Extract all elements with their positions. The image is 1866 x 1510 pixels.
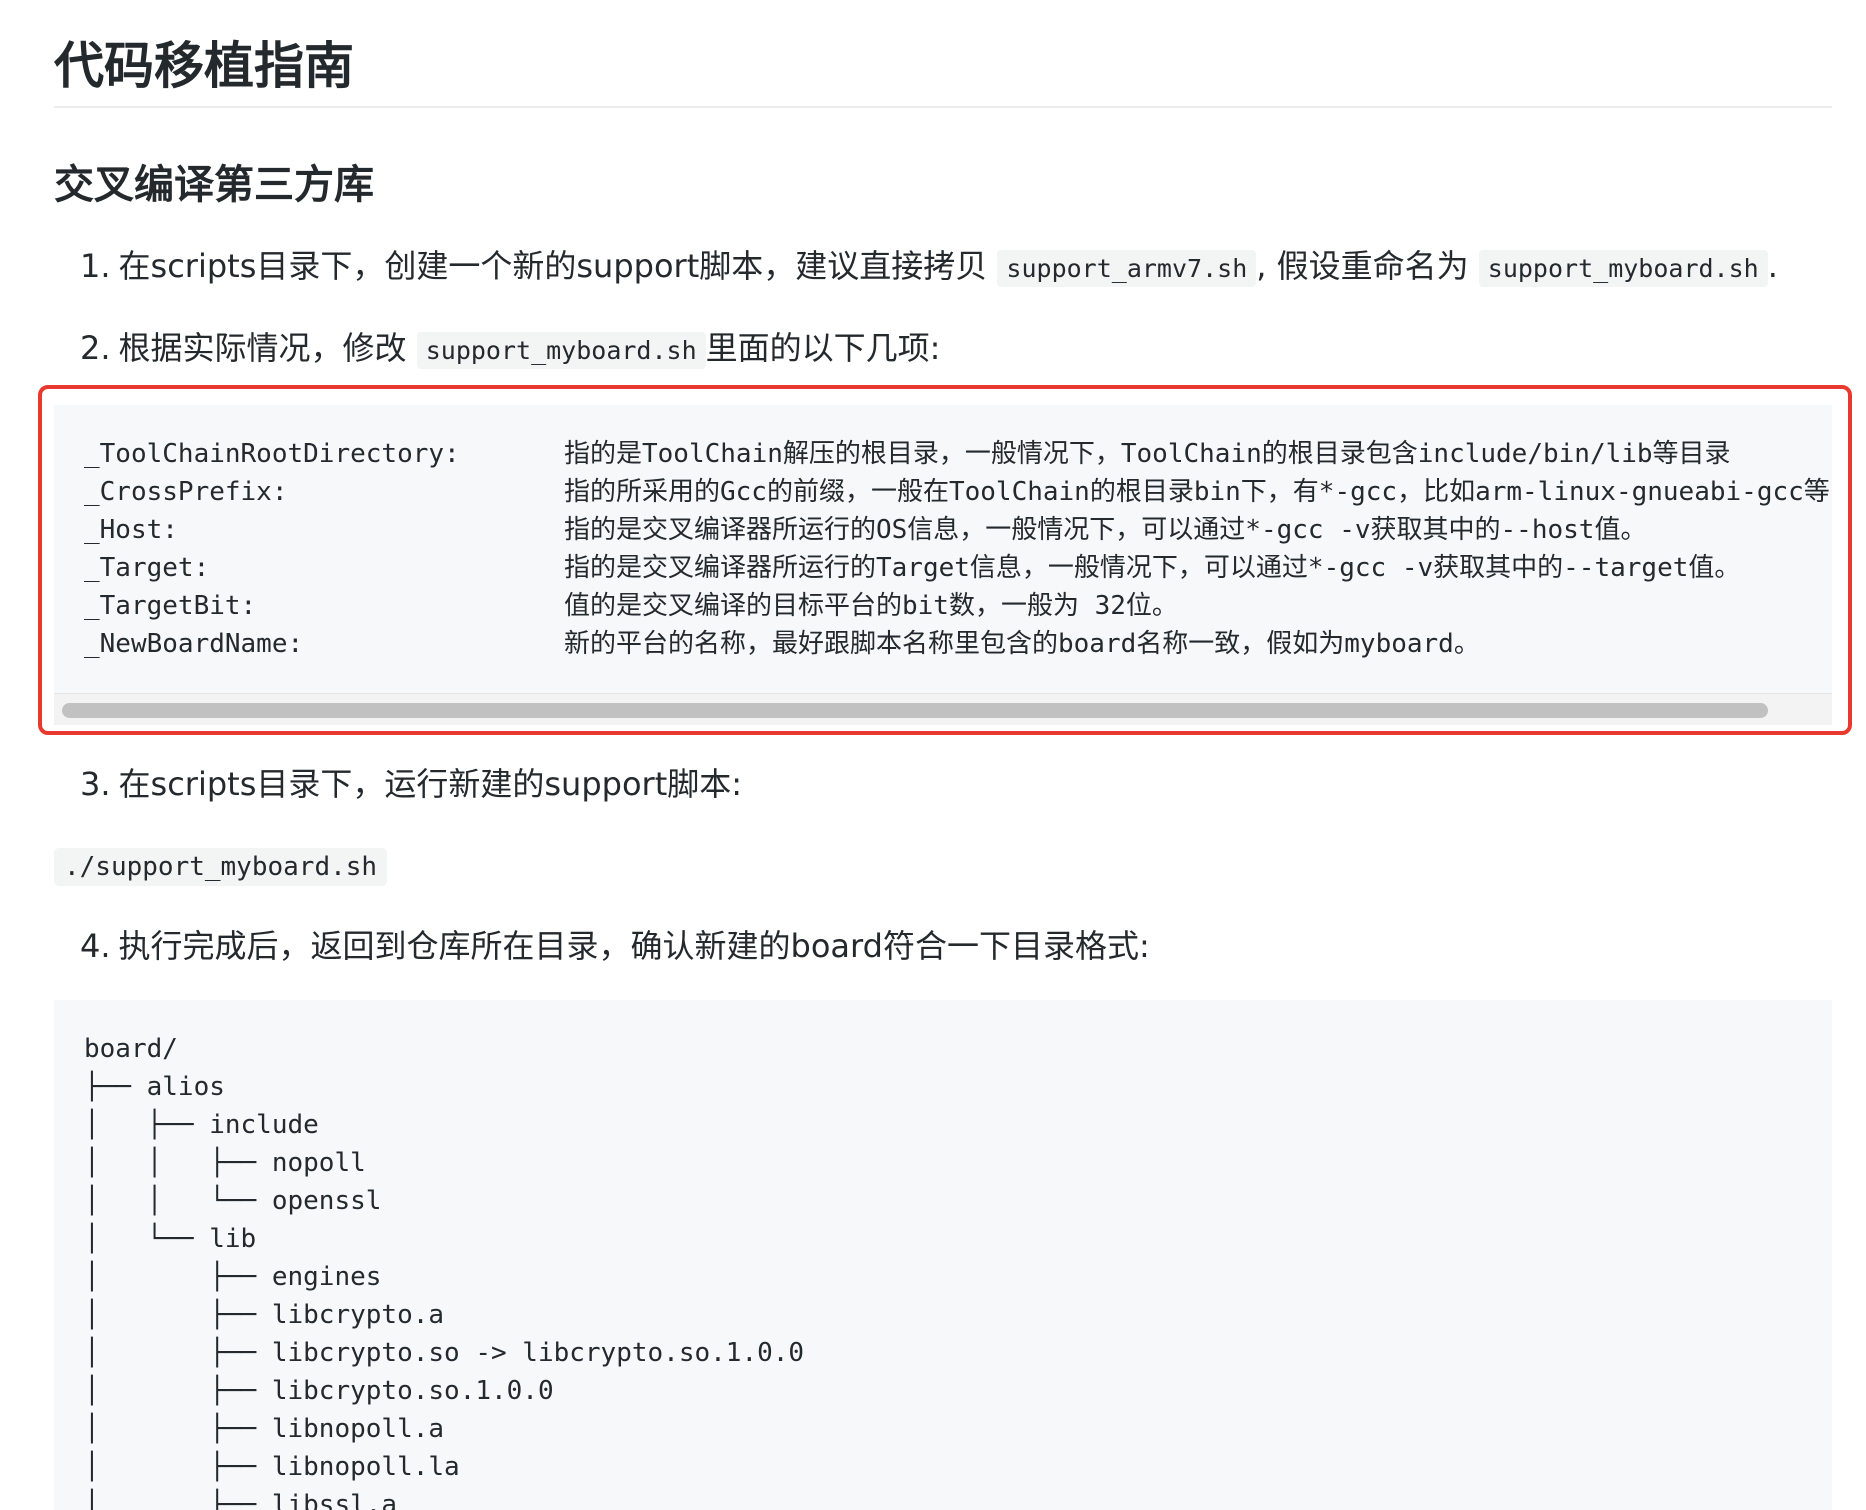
tree-line: │ ├── include bbox=[84, 1110, 319, 1140]
horizontal-scrollbar[interactable] bbox=[54, 693, 1832, 725]
step-text: . bbox=[1767, 247, 1778, 285]
inline-code: support_armv7.sh bbox=[997, 250, 1257, 287]
step-text: 执行完成后，返回到仓库所在目录，确认新建的board符合一下目录格式: bbox=[118, 927, 1150, 965]
step-3: 3. 在scripts目录下，运行新建的support脚本: bbox=[80, 760, 742, 808]
step-text: , 假设重命名为 bbox=[1256, 247, 1469, 285]
config-row: _ToolChainRootDirectory: 指的是ToolChain解压的… bbox=[84, 435, 1832, 473]
config-key: _Host: bbox=[84, 515, 178, 545]
config-key: _CrossPrefix: bbox=[84, 477, 288, 507]
tree-line: │ │ ├── nopoll bbox=[84, 1148, 366, 1178]
step-number: 1. bbox=[80, 247, 111, 285]
tree-line: │ ├── libnopoll.la bbox=[84, 1452, 460, 1482]
inline-code: support_myboard.sh bbox=[1478, 250, 1768, 287]
config-row: _Host: 指的是交叉编译器所运行的OS信息，一般情况下，可以通过*-gcc … bbox=[84, 511, 1832, 549]
directory-tree-code-block: board/ ├── alios │ ├── include │ │ ├── n… bbox=[54, 1000, 1832, 1510]
page: 代码移植指南 交叉编译第三方库 1. 在scripts目录下，创建一个新的supp… bbox=[0, 0, 1866, 1510]
command-code: ./support_myboard.sh bbox=[54, 848, 388, 886]
tree-line: │ ├── libnopoll.a bbox=[84, 1414, 445, 1444]
config-key: _ToolChainRootDirectory: bbox=[84, 439, 460, 469]
step-number: 2. bbox=[80, 329, 111, 367]
config-row: _Target: 指的是交叉编译器所运行的Target信息，一般情况下，可以通过… bbox=[84, 549, 1832, 587]
step-2: 2. 根据实际情况，修改 support_myboard.sh 里面的以下几项: bbox=[80, 324, 940, 375]
inline-code: support_myboard.sh bbox=[416, 332, 706, 369]
scrollbar-thumb[interactable] bbox=[62, 703, 1768, 718]
section-title: 交叉编译第三方库 bbox=[54, 162, 374, 208]
tree-line: │ └── lib bbox=[84, 1224, 257, 1254]
step-text: 里面的以下几项: bbox=[705, 329, 941, 367]
config-description: 值的是交叉编译的目标平台的bit数，一般为 32位。 bbox=[564, 591, 1178, 621]
step-text: 在scripts目录下，创建一个新的support脚本，建议直接拷贝 bbox=[118, 247, 988, 285]
config-description: 新的平台的名称，最好跟脚本名称里包含的board名称一致，假如为myboard。 bbox=[564, 629, 1480, 659]
step-text: 根据实际情况，修改 bbox=[118, 329, 407, 367]
config-key: _Target: bbox=[84, 553, 210, 583]
config-key: _TargetBit: bbox=[84, 591, 257, 621]
config-row: _TargetBit: 值的是交叉编译的目标平台的bit数，一般为 32位。 bbox=[84, 587, 1832, 625]
page-title: 代码移植指南 bbox=[54, 37, 354, 95]
step-1: 1. 在scripts目录下，创建一个新的support脚本，建议直接拷贝 sup… bbox=[80, 242, 1778, 293]
tree-line: │ │ └── openssl bbox=[84, 1186, 382, 1216]
config-row: _NewBoardName: 新的平台的名称，最好跟脚本名称里包含的board名… bbox=[84, 625, 1832, 663]
tree-line: ├── alios bbox=[84, 1072, 225, 1102]
tree-line: │ ├── engines bbox=[84, 1262, 382, 1292]
step-number: 4. bbox=[80, 927, 111, 965]
config-description: 指的是ToolChain解压的根目录，一般情况下，ToolChain的根目录包含… bbox=[564, 439, 1731, 469]
config-description: 指的所采用的Gcc的前缀，一般在ToolChain的根目录bin下，有*-gcc… bbox=[564, 477, 1830, 507]
step-4: 4. 执行完成后，返回到仓库所在目录，确认新建的board符合一下目录格式: bbox=[80, 922, 1150, 970]
tree-line: │ ├── libssl.a bbox=[84, 1490, 398, 1510]
tree-line: board/ bbox=[84, 1034, 178, 1064]
config-code-block: _ToolChainRootDirectory: 指的是ToolChain解压的… bbox=[54, 405, 1832, 725]
step-text: 在scripts目录下，运行新建的support脚本: bbox=[118, 765, 743, 803]
config-row: _CrossPrefix: 指的所采用的Gcc的前缀，一般在ToolChain的… bbox=[84, 473, 1832, 511]
title-divider bbox=[54, 106, 1832, 108]
config-description: 指的是交叉编译器所运行的Target信息，一般情况下，可以通过*-gcc -v获… bbox=[564, 553, 1741, 583]
tree-line: │ ├── libcrypto.so -> libcrypto.so.1.0.0 bbox=[84, 1338, 805, 1368]
tree-line: │ ├── libcrypto.a bbox=[84, 1300, 445, 1330]
step-number: 3. bbox=[80, 765, 111, 803]
tree-line: │ ├── libcrypto.so.1.0.0 bbox=[84, 1376, 554, 1406]
config-description: 指的是交叉编译器所运行的OS信息，一般情况下，可以通过*-gcc -v获取其中的… bbox=[564, 515, 1647, 545]
config-key: _NewBoardName: bbox=[84, 629, 304, 659]
